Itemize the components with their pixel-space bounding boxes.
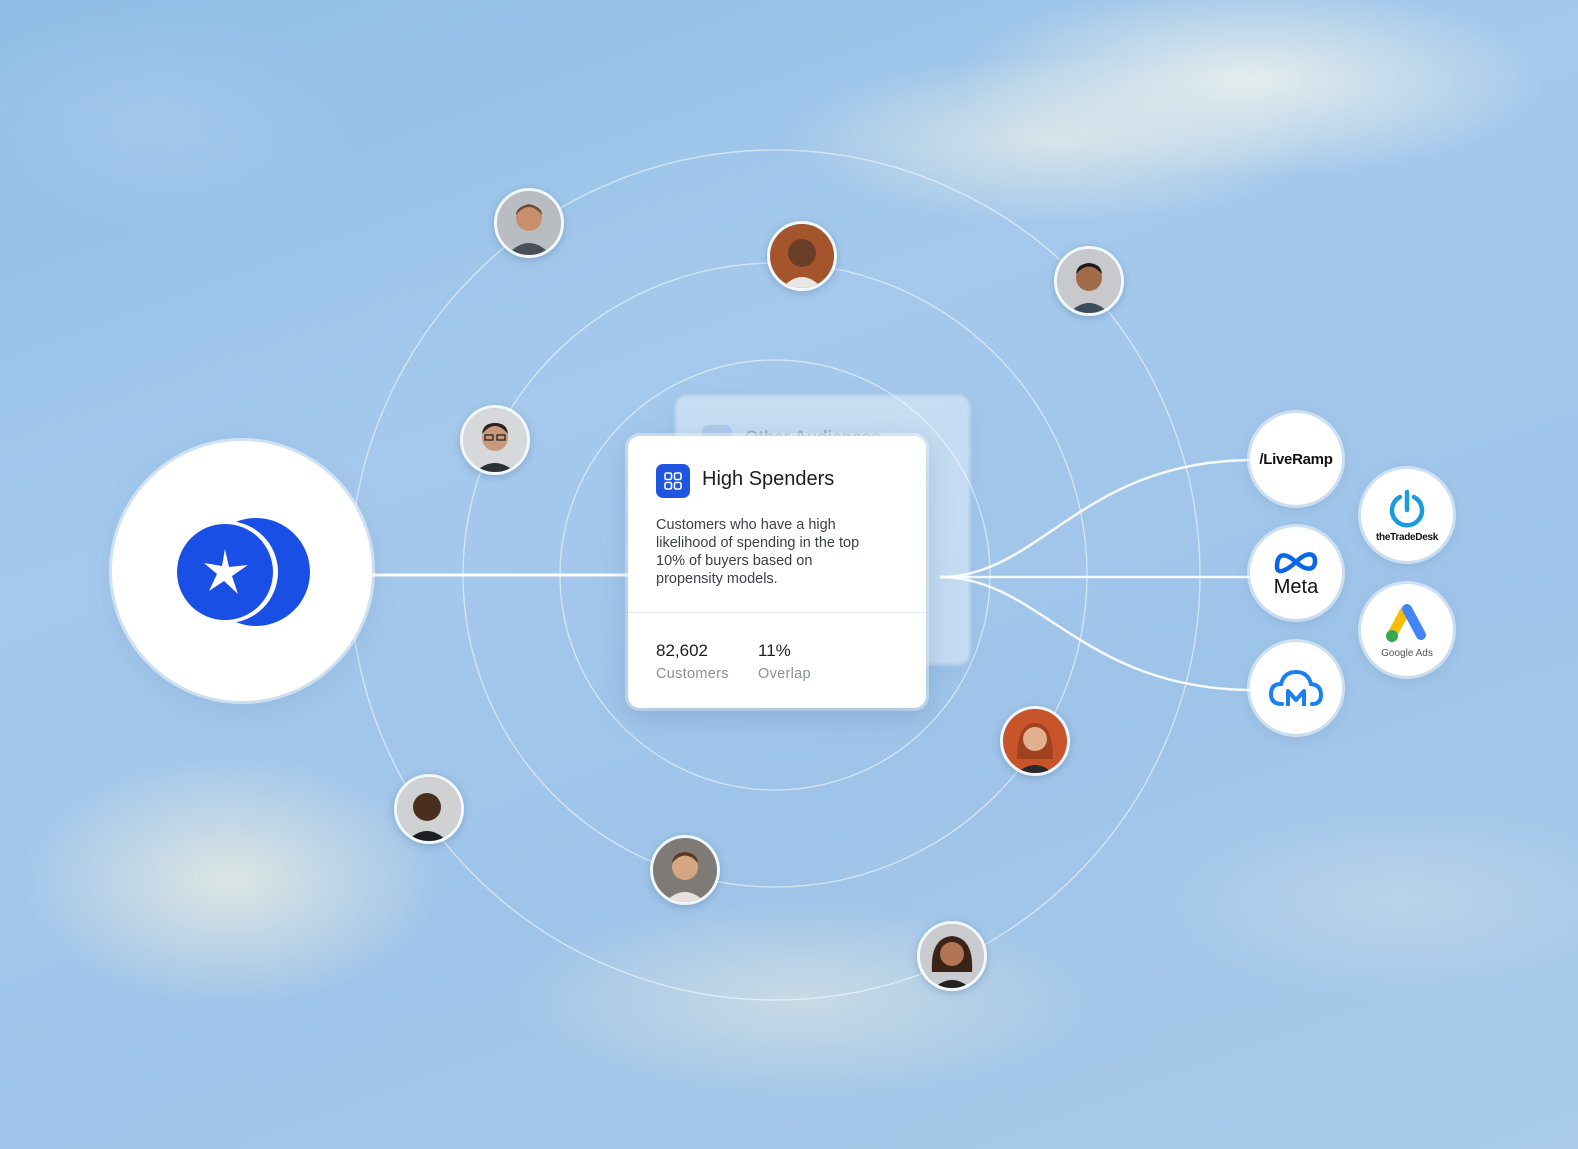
card-description: Customers who have a high likelihood of … (656, 517, 860, 587)
customers-label: Customers (656, 666, 729, 682)
avatar[interactable] (767, 221, 837, 291)
sparkle-logo-icon (176, 518, 310, 626)
google-ads-icon (1386, 604, 1426, 642)
meta-infinity-icon (1274, 551, 1318, 573)
thetradedesk-icon (1389, 489, 1425, 527)
google-ads-logo[interactable]: Google Ads (1361, 584, 1453, 676)
overlap-label: Overlap (758, 666, 811, 682)
avatar[interactable] (394, 774, 464, 844)
overlap-value: 11% (758, 641, 791, 660)
meta-label: Meta (1273, 575, 1319, 598)
avatar[interactable] (494, 188, 564, 258)
card-title: High Spenders (702, 468, 835, 490)
thetradedesk-logo[interactable]: theTradeDesk (1361, 469, 1453, 561)
meta-logo[interactable]: Meta (1250, 527, 1342, 619)
avatar[interactable] (917, 921, 987, 991)
liveramp-label: /LiveRamp (1259, 450, 1333, 468)
avatar[interactable] (650, 835, 720, 905)
google-ads-label: Google Ads (1381, 648, 1433, 659)
customers-count: 82,602 (656, 641, 708, 660)
thetradedesk-label: theTradeDesk (1376, 531, 1438, 543)
cloud-m-logo[interactable] (1250, 642, 1342, 734)
avatar[interactable] (1000, 706, 1070, 776)
audience-card[interactable]: High Spenders Customers who have a high … (628, 436, 926, 708)
segments-icon (656, 464, 690, 498)
card-divider (628, 612, 926, 613)
link-liveramp (939, 458, 1251, 579)
cloud-m-icon (1268, 669, 1324, 706)
source-node[interactable] (112, 441, 372, 701)
liveramp-logo[interactable]: /LiveRamp (1250, 413, 1342, 505)
link-cloud-m (939, 575, 1251, 692)
avatar[interactable] (460, 405, 530, 475)
avatar[interactable] (1054, 246, 1124, 316)
